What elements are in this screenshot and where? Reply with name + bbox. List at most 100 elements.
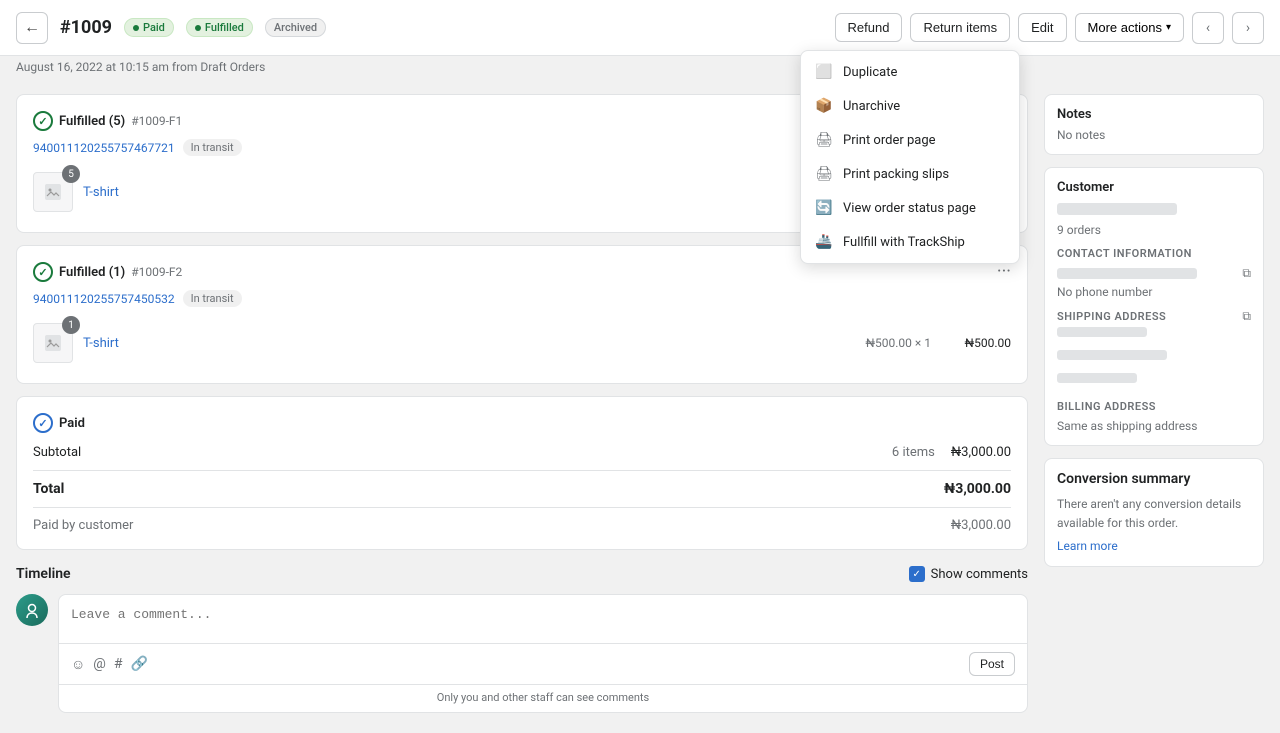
- customer-email-blurred: [1057, 268, 1197, 279]
- right-column: Notes No notes Customer 9 orders CONTACT…: [1044, 94, 1264, 717]
- avatar-icon: [22, 600, 42, 620]
- order-timestamp: August 16, 2022 at 10:15 am from Draft O…: [0, 56, 1280, 78]
- image-icon-2: [43, 333, 63, 353]
- refund-button[interactable]: Refund: [835, 13, 903, 42]
- top-bar: ← #1009 Paid Fulfilled Archived Refund R…: [0, 0, 1280, 56]
- billing-section-title: BILLING ADDRESS: [1057, 400, 1251, 413]
- conversion-card: Conversion summary There aren't any conv…: [1044, 458, 1264, 567]
- unarchive-label: Unarchive: [843, 99, 900, 114]
- show-comments-checkbox[interactable]: ✓: [909, 566, 925, 582]
- archived-label: Archived: [274, 21, 317, 34]
- fulfilled-check-icon-2: ✓: [33, 262, 53, 282]
- badge-archived: Archived: [265, 18, 326, 37]
- item-thumbnail-2: 1: [33, 323, 73, 363]
- notes-title: Notes: [1057, 107, 1251, 122]
- comment-toolbar: ☺ @ # 🔗 Post: [59, 643, 1027, 684]
- customer-card-title: Customer: [1057, 180, 1251, 195]
- total-row: Total ₦3,000.00: [33, 481, 1011, 497]
- tracking-link-1[interactable]: 940011120255757467721: [33, 141, 175, 155]
- fulfillment-2-code: #1009-F2: [131, 265, 182, 279]
- dropdown-item-print-slips[interactable]: 🖨 Print packing slips: [801, 157, 1019, 191]
- copy-email-button[interactable]: ⧉: [1242, 266, 1251, 281]
- hashtag-icon[interactable]: #: [114, 656, 123, 672]
- fulfillment-2-tracking: 940011120255757450532 In transit: [33, 290, 1011, 307]
- chevron-left-icon: ‹: [1206, 20, 1210, 36]
- show-comments-toggle[interactable]: ✓ Show comments: [909, 566, 1028, 582]
- item-name-link-1[interactable]: T-shirt: [83, 185, 856, 200]
- more-actions-label: More actions: [1088, 20, 1162, 35]
- conversion-title: Conversion summary: [1057, 471, 1251, 487]
- prev-order-button[interactable]: ‹: [1192, 12, 1224, 44]
- dropdown-item-trackship[interactable]: 🚢 Fullfill with TrackShip: [801, 225, 1019, 259]
- next-order-button[interactable]: ›: [1232, 12, 1264, 44]
- paid-check-icon: ✓: [33, 413, 53, 433]
- copy-address-button[interactable]: ⧉: [1242, 309, 1251, 324]
- return-items-button[interactable]: Return items: [910, 13, 1010, 42]
- fulfillment-2-title: ✓ Fulfilled (1) #1009-F2: [33, 262, 182, 282]
- dropdown-item-duplicate[interactable]: ⬜ Duplicate: [801, 55, 1019, 89]
- print-slips-icon: 🖨: [815, 166, 833, 182]
- image-icon-1: [43, 182, 63, 202]
- show-comments-label: Show comments: [931, 567, 1028, 582]
- dropdown-item-unarchive[interactable]: 📦 Unarchive: [801, 89, 1019, 123]
- more-actions-button[interactable]: More actions ▾: [1075, 13, 1184, 42]
- subtotal-row: Subtotal 6 items ₦3,000.00: [33, 445, 1011, 460]
- shipping-section-title: SHIPPING ADDRESS: [1057, 310, 1166, 323]
- addr-line-3: [1057, 373, 1137, 383]
- learn-more-link[interactable]: Learn more: [1057, 539, 1118, 553]
- comment-note: Only you and other staff can see comment…: [59, 684, 1027, 712]
- fulfillment-2-menu-button[interactable]: ···: [997, 263, 1011, 281]
- item-price-2: ₦500.00 × 1: [866, 336, 932, 350]
- notes-card: Notes No notes: [1044, 94, 1264, 155]
- payment-title: Paid: [59, 416, 85, 431]
- tracking-link-2[interactable]: 940011120255757450532: [33, 292, 175, 306]
- item-qty-badge-2: 1: [62, 316, 80, 334]
- chevron-down-icon: ▾: [1166, 22, 1171, 33]
- print-order-label: Print order page: [843, 133, 936, 148]
- timeline-header: Timeline ✓ Show comments: [16, 566, 1028, 582]
- shipping-address-block: [1057, 324, 1251, 390]
- no-phone-text: No phone number: [1057, 285, 1251, 299]
- addr-line-1: [1057, 327, 1147, 337]
- fulfilled-dot: [195, 25, 201, 31]
- comment-input[interactable]: [59, 595, 1027, 639]
- transit-badge-2: In transit: [183, 290, 242, 307]
- unarchive-icon: 📦: [815, 98, 833, 114]
- addr-line-2: [1057, 350, 1167, 360]
- fulfilled-check-icon-1: ✓: [33, 111, 53, 131]
- item-name-link-2[interactable]: T-shirt: [83, 336, 856, 351]
- customer-name-blurred: [1057, 203, 1177, 215]
- subtotal-amount: ₦3,000.00: [951, 445, 1011, 460]
- edit-button[interactable]: Edit: [1018, 13, 1066, 42]
- paid-by-label: Paid by customer: [33, 518, 133, 533]
- fulfilled-label: Fulfilled: [205, 21, 244, 34]
- more-actions-dropdown: ⬜ Duplicate 📦 Unarchive 🖨 Print order pa…: [800, 50, 1020, 264]
- emoji-icon[interactable]: ☺: [71, 656, 85, 673]
- post-button[interactable]: Post: [969, 652, 1015, 676]
- dropdown-item-print-order[interactable]: 🖨 Print order page: [801, 123, 1019, 157]
- payment-card: ✓ Paid Subtotal 6 items ₦3,000.00 Total …: [16, 396, 1028, 550]
- shipping-address-header: SHIPPING ADDRESS ⧉: [1057, 309, 1251, 324]
- attachment-icon[interactable]: 🔗: [131, 656, 148, 672]
- payment-divider-2: [33, 507, 1011, 508]
- total-label: Total: [33, 481, 64, 497]
- billing-same-as: Same as shipping address: [1057, 419, 1251, 433]
- item-thumbnail-1: 5: [33, 172, 73, 212]
- dropdown-item-view-status[interactable]: 🔄 View order status page: [801, 191, 1019, 225]
- trackship-label: Fullfill with TrackShip: [843, 235, 965, 250]
- print-slips-label: Print packing slips: [843, 167, 949, 182]
- paid-by-row: Paid by customer ₦3,000.00: [33, 518, 1011, 533]
- conversion-no-data: There aren't any conversion details avai…: [1057, 497, 1241, 530]
- back-button[interactable]: ←: [16, 12, 48, 44]
- timeline-section: Timeline ✓ Show comments: [16, 562, 1028, 717]
- customer-orders-count[interactable]: 9 orders: [1057, 223, 1251, 237]
- subtotal-label: Subtotal: [33, 445, 81, 460]
- paid-dot: [133, 25, 139, 31]
- main-content: ✓ Fulfilled (5) #1009-F1 ··· 94001112025…: [0, 78, 1280, 733]
- duplicate-label: Duplicate: [843, 65, 897, 80]
- item-total-2: ₦500.00: [941, 336, 1011, 350]
- page-wrapper: ← #1009 Paid Fulfilled Archived Refund R…: [0, 0, 1280, 733]
- mention-icon[interactable]: @: [93, 656, 106, 672]
- trackship-icon: 🚢: [815, 234, 833, 250]
- timeline-title: Timeline: [16, 566, 71, 582]
